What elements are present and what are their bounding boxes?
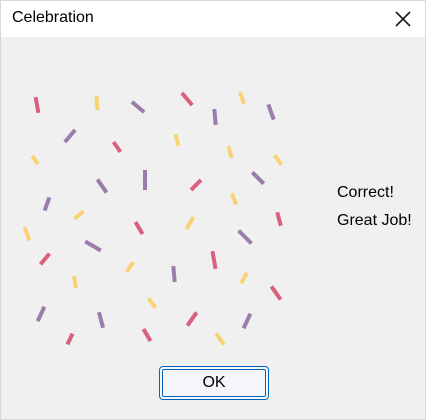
confetti-piece	[38, 252, 52, 266]
confetti-piece	[266, 103, 276, 121]
confetti-piece	[71, 275, 79, 289]
confetti-piece	[239, 271, 249, 285]
confetti-piece	[212, 108, 218, 126]
confetti-piece	[35, 305, 47, 323]
ok-button[interactable]: OK	[159, 366, 269, 400]
confetti-piece	[42, 196, 52, 212]
confetti-animation	[21, 87, 291, 347]
confetti-piece	[95, 178, 109, 194]
confetti-piece	[171, 265, 177, 283]
confetti-piece	[250, 170, 266, 186]
confetti-piece	[241, 312, 253, 330]
confetti-piece	[146, 296, 158, 310]
confetti-piece	[133, 220, 145, 236]
confetti-piece	[237, 229, 253, 245]
confetti-piece	[143, 170, 147, 190]
confetti-piece	[189, 178, 203, 192]
confetti-piece	[22, 226, 32, 242]
confetti-piece	[238, 91, 246, 105]
confetti-piece	[111, 140, 123, 154]
confetti-piece	[73, 209, 85, 221]
title-bar: Celebration	[1, 1, 425, 37]
confetti-piece	[185, 311, 199, 327]
confetti-piece	[210, 250, 218, 270]
confetti-piece	[180, 91, 194, 107]
confetti-piece	[230, 192, 238, 206]
great-job-text: Great Job!	[337, 212, 412, 229]
celebration-dialog: Celebration Correct! Great Job! OK	[0, 0, 426, 420]
confetti-piece	[94, 95, 100, 111]
correct-text: Correct!	[337, 184, 394, 201]
confetti-piece	[63, 128, 77, 144]
close-button[interactable]	[381, 1, 425, 37]
confetti-piece	[96, 311, 106, 329]
confetti-piece	[33, 96, 41, 114]
result-message: Correct! Great Job!	[337, 179, 412, 235]
confetti-piece	[173, 133, 181, 147]
confetti-piece	[124, 260, 136, 274]
confetti-piece	[130, 100, 146, 114]
confetti-piece	[226, 145, 234, 159]
confetti-piece	[65, 332, 75, 346]
confetti-piece	[272, 153, 284, 167]
confetti-piece	[184, 215, 196, 231]
confetti-piece	[30, 154, 40, 166]
confetti-piece	[141, 327, 153, 343]
confetti-piece	[269, 285, 283, 301]
window-title: Celebration	[12, 9, 94, 26]
confetti-piece	[275, 211, 283, 227]
close-icon	[395, 11, 411, 27]
confetti-piece	[84, 239, 102, 253]
confetti-piece	[214, 332, 226, 346]
